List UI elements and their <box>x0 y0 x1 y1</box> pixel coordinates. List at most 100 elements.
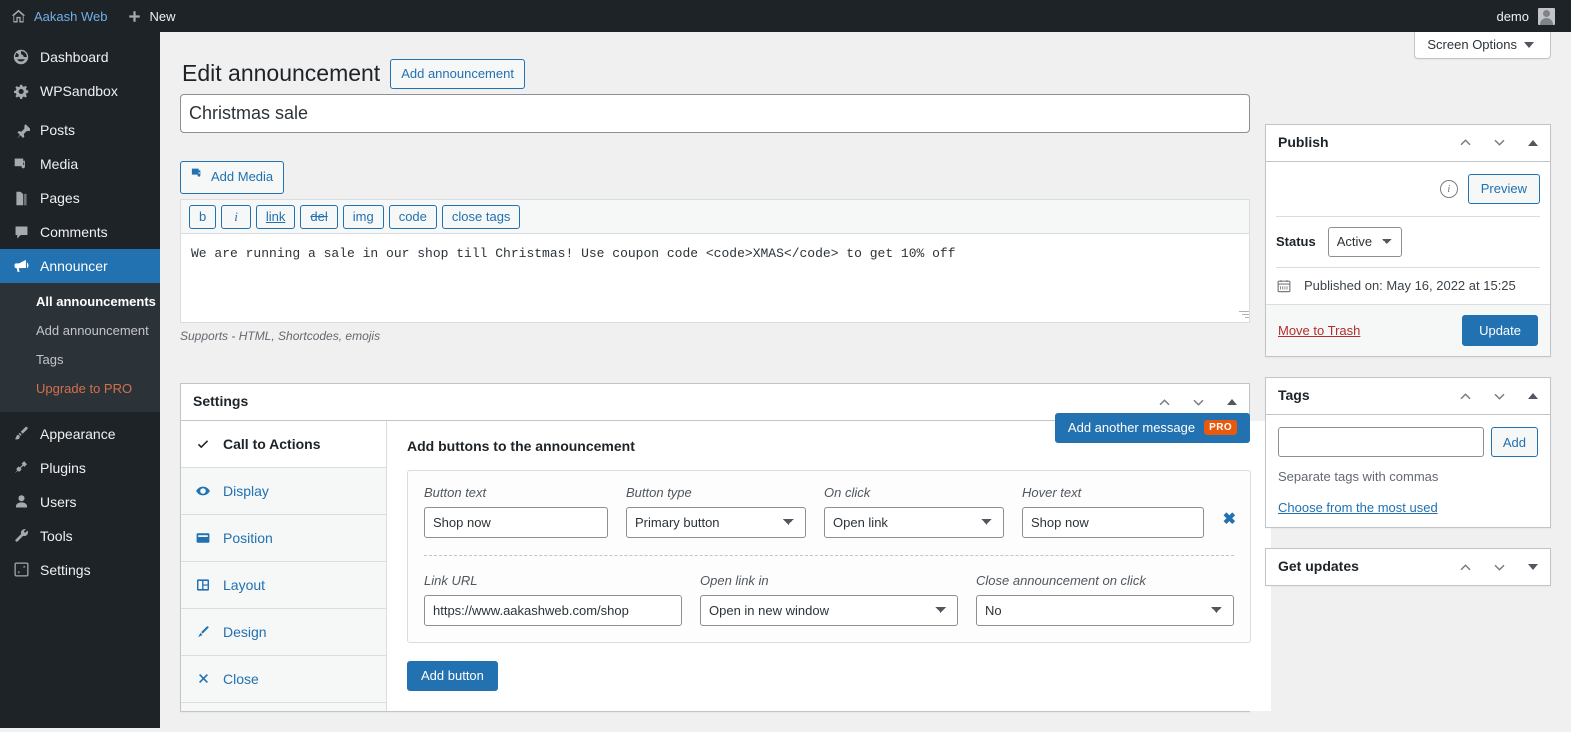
button-type-select[interactable]: Primary button <box>626 507 806 538</box>
preview-button[interactable]: Preview <box>1468 174 1540 204</box>
move-up-icon[interactable] <box>1448 379 1482 413</box>
sidebar-item-label: Settings <box>40 563 91 577</box>
brush-icon <box>195 624 211 640</box>
cta-item-card: Button text Button type Primary button <box>407 470 1251 643</box>
submenu-item-add-announcement[interactable]: Add announcement <box>0 317 160 346</box>
field-hover-text: Hover text <box>1022 485 1204 538</box>
sidebar-item-pages[interactable]: Pages <box>0 181 160 215</box>
add-another-message-button[interactable]: Add another message PRO <box>1055 413 1250 443</box>
sidebar-item-media[interactable]: Media <box>0 147 160 181</box>
quicktag-close-tags-button[interactable]: close tags <box>442 205 521 230</box>
add-announcement-button[interactable]: Add announcement <box>390 59 525 89</box>
screen-options-label: Screen Options <box>1427 37 1517 52</box>
toggle-panel-icon[interactable] <box>1516 126 1550 160</box>
gear-icon <box>11 81 31 101</box>
dashboard-icon <box>11 47 31 67</box>
move-down-icon[interactable] <box>1482 550 1516 584</box>
editor-resize-handle[interactable] <box>1237 309 1249 321</box>
avatar <box>1538 8 1555 25</box>
field-label: Button type <box>626 485 806 500</box>
settings-tab-position[interactable]: Position <box>181 515 386 562</box>
sidebar-item-appearance[interactable]: Appearance <box>0 417 160 451</box>
site-name-label: Aakash Web <box>34 9 107 24</box>
move-down-icon[interactable] <box>1482 379 1516 413</box>
toggle-panel-icon[interactable] <box>1516 379 1550 413</box>
settings-tab-layout[interactable]: Layout <box>181 562 386 609</box>
user-account-menu[interactable]: demo <box>1486 8 1571 25</box>
status-section: Status Active <box>1276 216 1540 267</box>
info-icon[interactable]: i <box>1440 180 1458 198</box>
user-icon <box>11 492 31 512</box>
quicktag-italic-button[interactable]: i <box>221 205 251 230</box>
announcement-title-input[interactable] <box>180 94 1250 133</box>
quicktag-img-button[interactable]: img <box>343 205 384 230</box>
close-on-click-select[interactable]: No <box>976 595 1234 626</box>
sidebar-item-wpsandbox[interactable]: WPSandbox <box>0 74 160 108</box>
open-link-in-select[interactable]: Open in new window <box>700 595 958 626</box>
sidebar-item-tools[interactable]: Tools <box>0 519 160 553</box>
hover-text-input[interactable] <box>1022 507 1204 538</box>
sidebar-item-dashboard[interactable]: Dashboard <box>0 40 160 74</box>
settings-tab-call-to-actions[interactable]: Call to Actions <box>181 421 386 468</box>
editor-tools: Add Media b i link del img code close ta… <box>180 161 1250 343</box>
get-updates-title: Get updates <box>1278 549 1359 585</box>
field-label: Hover text <box>1022 485 1204 500</box>
sidebar-item-comments[interactable]: Comments <box>0 215 160 249</box>
remove-cta-icon[interactable]: ✖ <box>1223 512 1236 528</box>
on-click-select[interactable]: Open link <box>824 507 1004 538</box>
get-updates-metabox-header: Get updates <box>1266 549 1550 585</box>
site-name-menu[interactable]: Aakash Web <box>0 0 117 32</box>
submenu-item-upgrade-to-pro[interactable]: Upgrade to PRO <box>0 375 160 404</box>
field-button-type: Button type Primary button <box>626 485 806 538</box>
tags-metabox: Tags Add <box>1265 377 1551 528</box>
sidebar-item-users[interactable]: Users <box>0 485 160 519</box>
settings-tab-display[interactable]: Display <box>181 468 386 515</box>
move-up-icon[interactable] <box>1448 550 1482 584</box>
add-button-button[interactable]: Add button <box>407 661 498 691</box>
quicktag-bold-button[interactable]: b <box>189 205 216 230</box>
screen-options-button[interactable]: Screen Options <box>1414 32 1551 59</box>
sidebar-item-posts[interactable]: Posts <box>0 113 160 147</box>
plus-icon <box>127 9 142 24</box>
sidebar-item-announcer[interactable]: Announcer <box>0 249 160 283</box>
submenu-item-tags[interactable]: Tags <box>0 346 160 375</box>
sidebar-item-plugins[interactable]: Plugins <box>0 451 160 485</box>
move-down-icon[interactable] <box>1482 126 1516 160</box>
button-text-input[interactable] <box>424 507 608 538</box>
settings-tab-label: Layout <box>223 577 265 593</box>
title-field-wrap <box>180 94 1250 133</box>
settings-tab-list: Call to Actions Display <box>181 421 387 711</box>
quicktag-del-button[interactable]: del <box>300 205 337 230</box>
settings-tab-panel: Add buttons to the announcement Button t… <box>387 421 1271 711</box>
move-up-icon[interactable] <box>1448 126 1482 160</box>
status-select[interactable]: Active <box>1328 227 1402 257</box>
sidebar-item-label: Appearance <box>40 427 116 441</box>
link-url-input[interactable] <box>424 595 682 626</box>
announcement-content-textarea[interactable]: We are running a sale in our shop till C… <box>180 233 1250 323</box>
choose-most-used-link[interactable]: Choose from the most used <box>1278 500 1438 515</box>
minor-publishing: i Preview Status Active <box>1266 162 1550 304</box>
settings-tab-close[interactable]: Close <box>181 656 386 703</box>
media-icon <box>190 166 205 188</box>
submenu-item-all-announcements[interactable]: All announcements <box>0 288 160 317</box>
sidebar-item-settings[interactable]: Settings <box>0 553 160 587</box>
page-content: Screen Options Edit announcement Add ann… <box>160 32 1571 728</box>
add-media-button[interactable]: Add Media <box>180 161 284 194</box>
quicktags-toolbar: b i link del img code close tags <box>180 199 1250 234</box>
pin-icon <box>11 120 31 140</box>
page-title-text: Edit announcement <box>182 59 380 89</box>
tags-title: Tags <box>1278 378 1310 414</box>
user-name-label: demo <box>1496 9 1529 24</box>
quicktag-code-button[interactable]: code <box>389 205 437 230</box>
sidebar-item-label: WPSandbox <box>40 84 118 98</box>
quicktag-link-button[interactable]: link <box>256 205 296 230</box>
toggle-panel-icon[interactable] <box>1516 550 1550 584</box>
new-content-menu[interactable]: New <box>117 0 185 32</box>
add-tag-button[interactable]: Add <box>1491 427 1538 457</box>
move-to-trash-link[interactable]: Move to Trash <box>1278 323 1360 338</box>
sidebar-item-label: Pages <box>40 191 80 205</box>
new-tag-input[interactable] <box>1278 427 1484 457</box>
update-button[interactable]: Update <box>1462 315 1538 347</box>
settings-tab-label: Position <box>223 530 273 546</box>
settings-tab-design[interactable]: Design <box>181 609 386 656</box>
